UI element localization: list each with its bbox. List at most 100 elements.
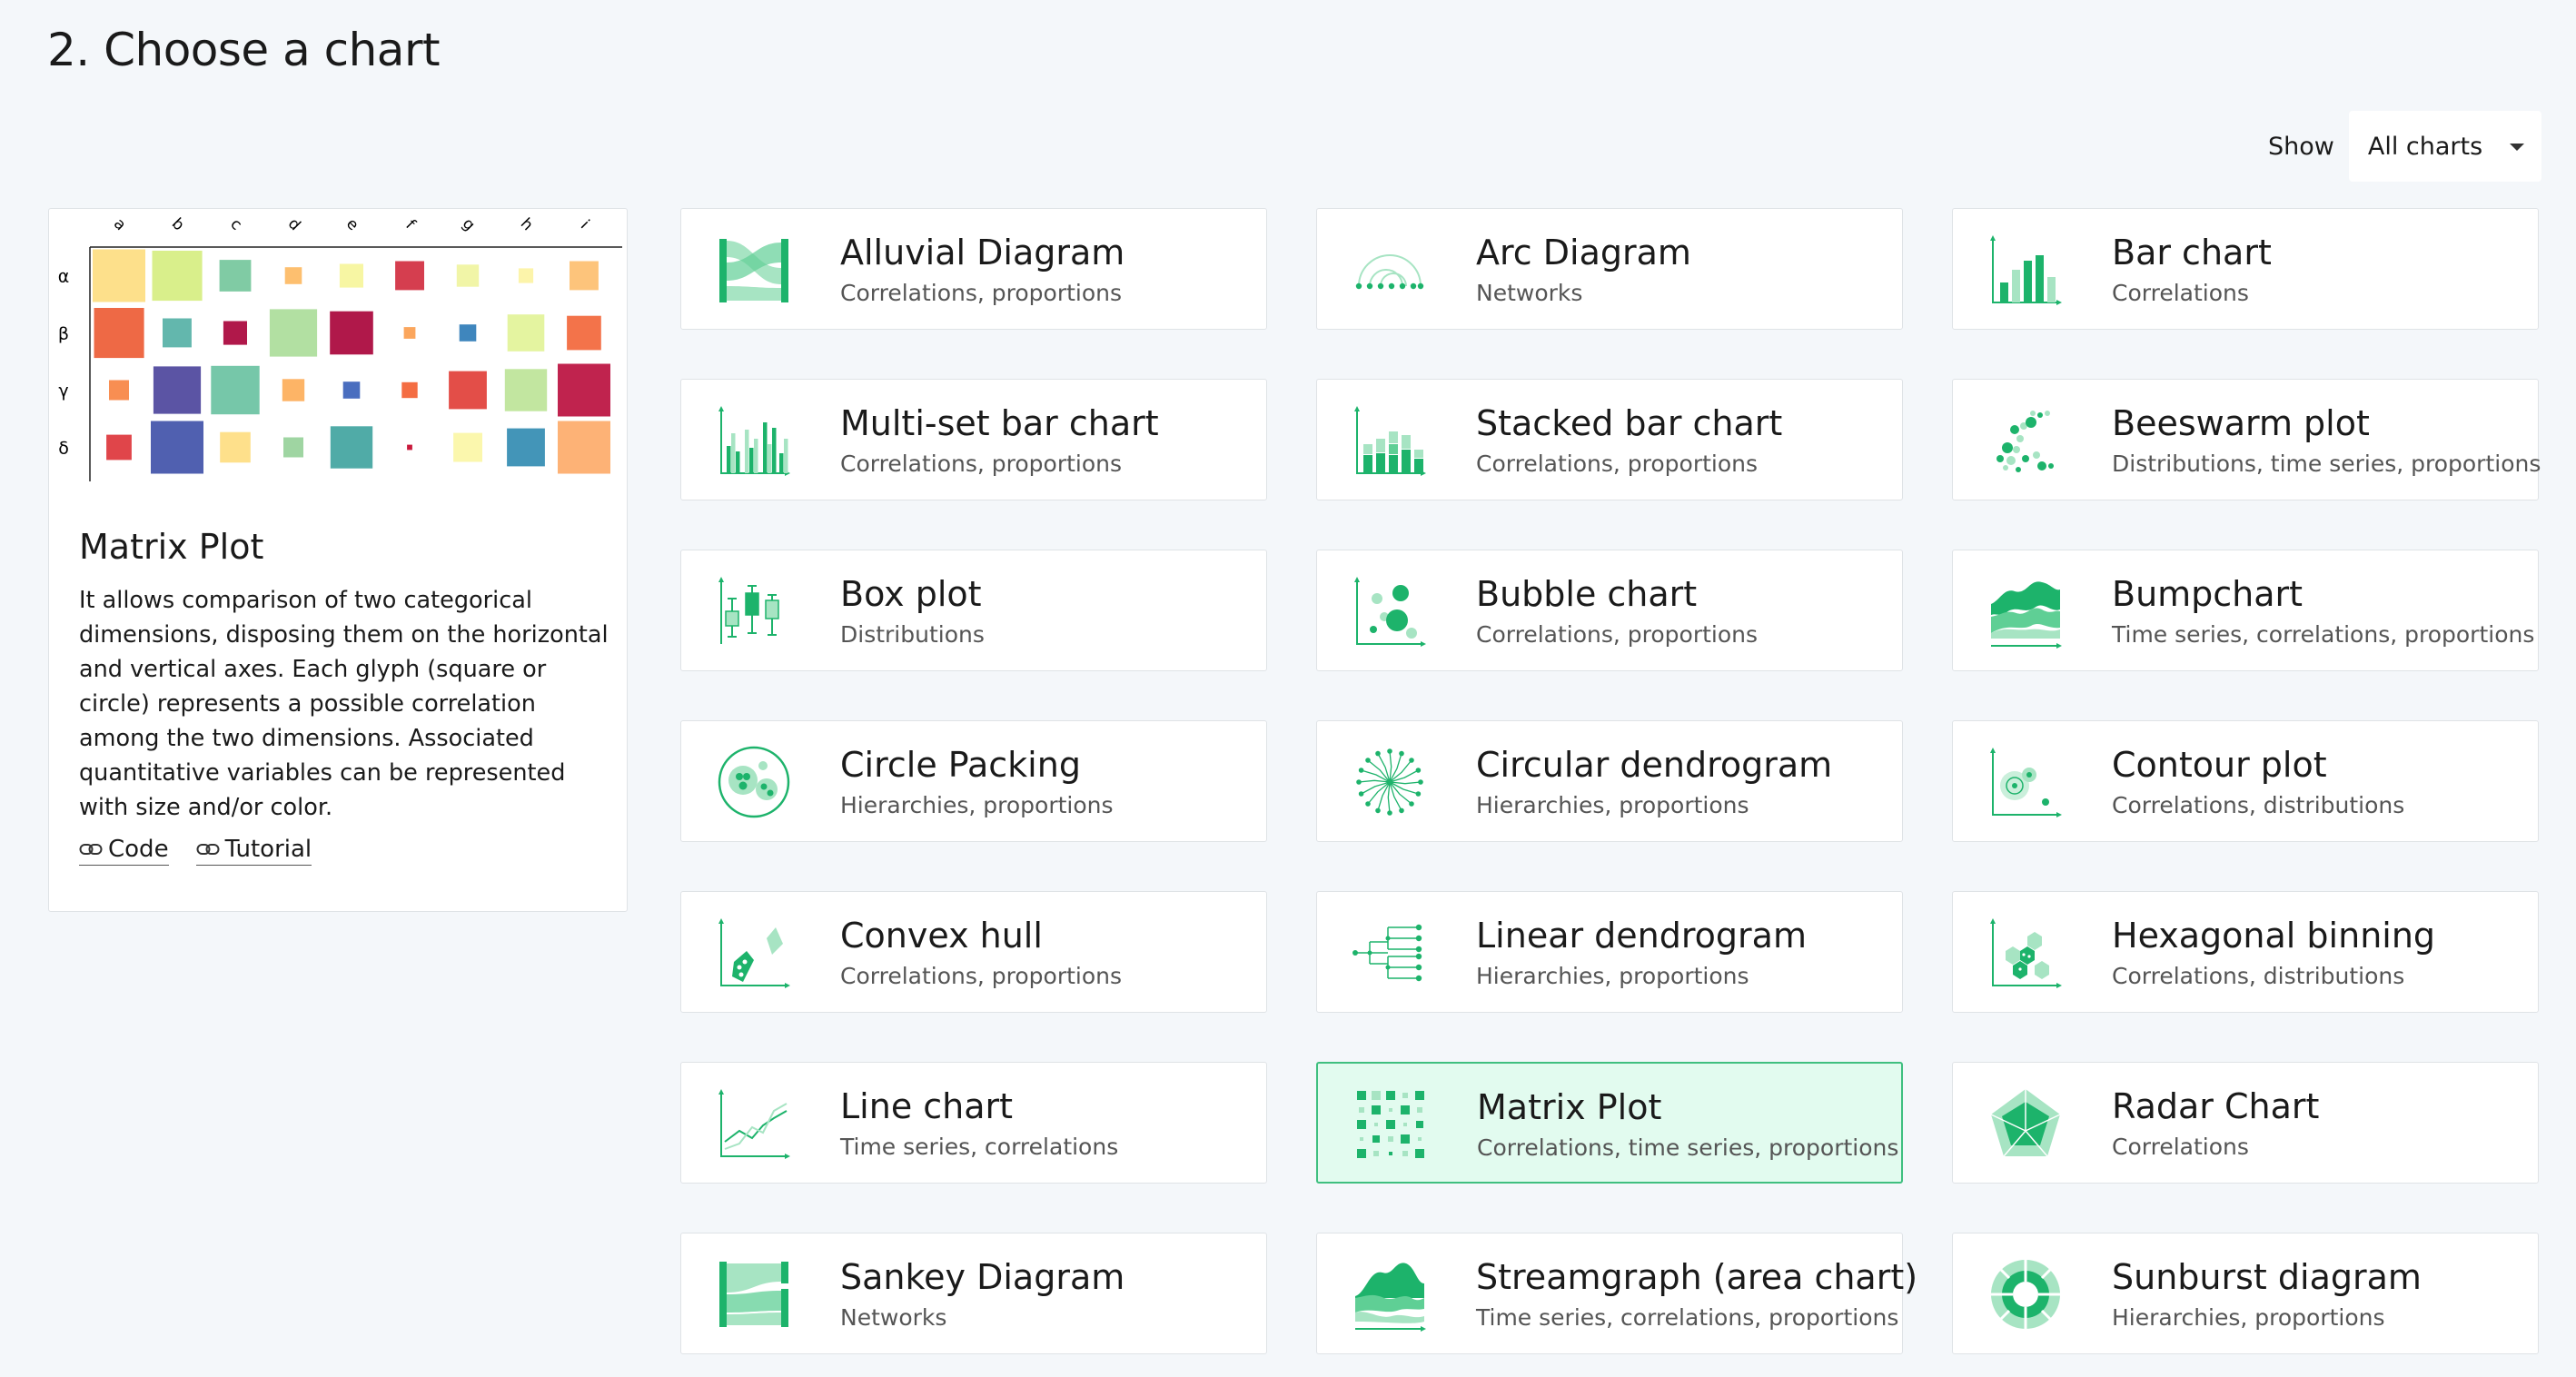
chart-card-arc[interactable]: Arc Diagram Networks <box>1316 208 1903 330</box>
chart-card-title: Alluvial Diagram <box>840 233 1125 272</box>
chart-card-title: Convex hull <box>840 916 1043 956</box>
chart-card-multiset[interactable]: Multi-set bar chart Correlations, proport… <box>680 379 1267 500</box>
matrix-cell <box>330 426 373 469</box>
matrix-cell <box>153 366 202 414</box>
beeswarm-icon <box>1996 411 2054 472</box>
chart-card-contour[interactable]: Contour plot Correlations, distributions <box>1952 720 2539 842</box>
chart-filter-select[interactable]: All charts <box>2348 111 2541 182</box>
chart-card-lindendro[interactable]: Linear dendrogram Hierarchies, proportion… <box>1316 891 1903 1013</box>
chart-card-subtitle: Correlations <box>2112 280 2249 306</box>
matrix-cell <box>93 249 145 302</box>
matrix-column-label: h <box>517 214 537 234</box>
matrix-column-label: e <box>342 215 362 235</box>
chart-card-title: Box plot <box>840 574 982 614</box>
chart-card-stacked[interactable]: Stacked bar chart Correlations, proportio… <box>1316 379 1903 500</box>
chart-card-subtitle: Hierarchies, proportions <box>1476 963 1749 989</box>
chart-card-circlepack[interactable]: Circle Packing Hierarchies, proportions <box>680 720 1267 842</box>
chart-card-subtitle: Networks <box>1476 280 1583 306</box>
chart-card-radar[interactable]: Radar Chart Correlations <box>1952 1062 2539 1184</box>
arc-icon <box>1355 254 1424 290</box>
radar-icon <box>1990 1089 2061 1157</box>
matrix-column-label: b <box>168 214 188 234</box>
circle-packing-icon <box>718 746 790 818</box>
chart-card-subtitle: Correlations, distributions <box>2112 792 2405 818</box>
sankey-icon <box>719 1262 788 1327</box>
matrix-cell <box>339 263 363 288</box>
preview-links: Code Tutorial <box>79 836 312 866</box>
matrix-column-label: c <box>226 215 245 234</box>
chart-card-subtitle: Time series, correlations <box>840 1134 1119 1160</box>
chart-card-line[interactable]: Line chart Time series, correlations <box>680 1062 1267 1184</box>
chart-card-convex[interactable]: Convex hull Correlations, proportions <box>680 891 1267 1013</box>
matrix-cell <box>219 260 252 292</box>
alluvial-icon <box>719 239 788 302</box>
bar-icon <box>1990 235 2062 305</box>
matrix-cell <box>283 437 303 458</box>
matrix-cell <box>558 363 610 417</box>
hexbin-icon <box>1990 918 2062 988</box>
tutorial-link-label: Tutorial <box>224 836 312 863</box>
matrix-cell <box>151 421 203 474</box>
filter-label: Show <box>2268 132 2334 161</box>
chart-card-subtitle: Hierarchies, proportions <box>1476 792 1749 818</box>
matrix-cell <box>570 261 599 291</box>
chart-card-matrix[interactable]: Matrix Plot Correlations, time series, pr… <box>1316 1062 1903 1184</box>
chart-card-box[interactable]: Box plot Distributions <box>680 550 1267 671</box>
chart-card-bump[interactable]: Bumpchart Time series, correlations, prop… <box>1952 550 2539 671</box>
code-link[interactable]: Code <box>79 836 169 866</box>
chart-card-title: Matrix Plot <box>1477 1087 1662 1127</box>
matrix-cell <box>395 261 424 291</box>
tutorial-link[interactable]: Tutorial <box>195 836 312 866</box>
chart-card-beeswarm[interactable]: Beeswarm plot Distributions, time series,… <box>1952 379 2541 500</box>
chart-card-alluvial[interactable]: Alluvial Diagram Correlations, proportion… <box>680 208 1267 330</box>
matrix-cell <box>330 311 373 355</box>
chart-card-subtitle: Correlations, proportions <box>840 451 1123 477</box>
chart-card-subtitle: Hierarchies, proportions <box>840 792 1114 818</box>
chart-card-subtitle: Correlations, proportions <box>840 280 1123 306</box>
matrix-cell <box>518 268 534 283</box>
matrix-cell <box>401 381 418 399</box>
chart-card-hexbin[interactable]: Hexagonal binning Correlations, distribut… <box>1952 891 2539 1013</box>
matrix-row-label: α <box>58 267 70 287</box>
matrix-cell <box>507 314 545 352</box>
preview-description: It allows comparison of two categorical … <box>79 587 609 821</box>
chart-card-title: Circle Packing <box>840 745 1081 785</box>
chart-card-title: Stacked bar chart <box>1476 403 1783 443</box>
chart-card-subtitle: Networks <box>840 1304 947 1331</box>
convex-hull-icon <box>718 918 790 988</box>
chart-filter: Show All charts <box>2268 111 2541 182</box>
matrix-column-label: a <box>110 215 130 235</box>
stacked-bar-icon <box>1354 406 1426 476</box>
line-chart-icon <box>718 1089 790 1159</box>
matrix-cell <box>220 431 251 463</box>
matrix-row-label: γ <box>58 381 68 401</box>
chart-card-title: Multi-set bar chart <box>840 403 1159 443</box>
chart-card-circdendro[interactable]: Circular dendrogram Hierarchies, proporti… <box>1316 720 1903 842</box>
chart-card-sankey[interactable]: Sankey Diagram Networks <box>680 1233 1267 1354</box>
sunburst-icon <box>1991 1260 2060 1329</box>
link-icon <box>196 844 220 855</box>
chart-card-subtitle: Hierarchies, proportions <box>2112 1304 2385 1331</box>
matrix-column-label: f <box>402 216 420 233</box>
chart-card-stream[interactable]: Streamgraph (area chart) Time series, cor… <box>1316 1233 1917 1354</box>
chart-card-title: Hexagonal binning <box>2112 916 2436 956</box>
matrix-cell <box>504 369 548 411</box>
matrix-cell <box>152 251 203 302</box>
chart-card-title: Bubble chart <box>1476 574 1698 614</box>
chart-card-bubble[interactable]: Bubble chart Correlations, proportions <box>1316 550 1903 671</box>
chart-card-bar[interactable]: Bar chart Correlations <box>1952 208 2539 330</box>
chart-card-title: Beeswarm plot <box>2112 403 2370 443</box>
code-link-label: Code <box>108 836 169 863</box>
chart-card-subtitle: Correlations, distributions <box>2112 963 2405 989</box>
chart-card-title: Contour plot <box>2112 745 2327 785</box>
matrix-cell <box>109 380 129 401</box>
matrix-cell <box>342 381 361 399</box>
matrix-plot-preview: a b c d e f g h i α β γ δ <box>58 214 622 481</box>
matrix-cell <box>282 379 305 401</box>
chart-card-subtitle: Time series, correlations, proportions <box>2112 621 2535 648</box>
chart-card-subtitle: Distributions <box>840 621 985 648</box>
bubble-icon <box>1354 577 1426 647</box>
chart-card-subtitle: Correlations, proportions <box>1476 451 1759 477</box>
chart-card-sunburst[interactable]: Sunburst diagram Hierarchies, proportions <box>1952 1233 2539 1354</box>
matrix-cell <box>507 428 545 467</box>
